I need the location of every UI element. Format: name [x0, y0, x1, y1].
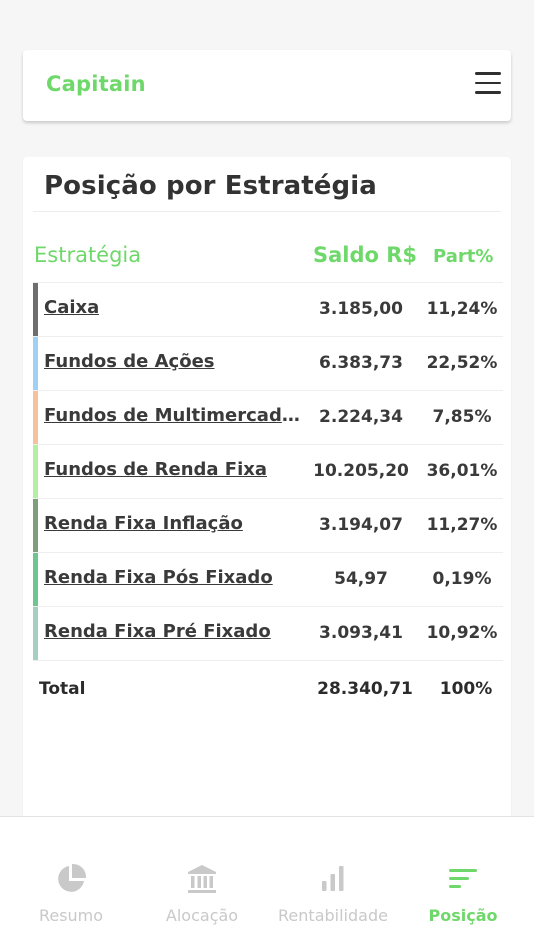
hamburger-menu-icon[interactable]	[475, 72, 501, 96]
nav-label: Posição	[428, 906, 498, 925]
nav-item-posicao[interactable]: Posição	[397, 861, 529, 925]
strategy-link[interactable]: Renda Fixa Pré Fixado	[44, 621, 271, 642]
strategy-color-bar	[33, 553, 38, 607]
column-header-part: Part%	[433, 246, 494, 267]
total-saldo: 28.340,71	[317, 679, 413, 699]
saldo-value: 6.383,73	[319, 353, 403, 373]
strategy-color-bar	[33, 391, 38, 445]
strategy-color-bar	[33, 445, 38, 499]
part-value: 11,27%	[426, 515, 498, 535]
strategy-link[interactable]: Fundos de Multimercad...	[44, 405, 300, 426]
bottom-navigation: Resumo Alocação Rentabilidade Posição	[0, 816, 534, 950]
strategy-color-bar	[33, 337, 38, 391]
saldo-value: 3.185,00	[319, 299, 403, 319]
nav-item-alocacao[interactable]: Alocação	[136, 861, 268, 925]
strategy-link[interactable]: Fundos de Renda Fixa	[44, 459, 267, 480]
table-row: Renda Fixa Pré Fixado 3.093,41 10,92%	[33, 606, 503, 661]
table-row: Caixa 3.185,00 11,24%	[33, 282, 503, 337]
table-row: Renda Fixa Inflação 3.194,07 11,27%	[33, 498, 503, 553]
part-value: 10,92%	[426, 623, 498, 643]
strategy-link[interactable]: Renda Fixa Inflação	[44, 513, 243, 534]
part-value: 7,85%	[432, 407, 492, 427]
part-value: 36,01%	[426, 461, 498, 481]
strategy-color-bar	[33, 499, 38, 553]
total-label: Total	[39, 679, 86, 699]
bank-icon	[136, 861, 268, 897]
sort-lines-icon	[397, 861, 529, 897]
strategy-table: Caixa 3.185,00 11,24% Fundos de Ações 6.…	[33, 282, 503, 661]
table-row: Fundos de Renda Fixa 10.205,20 36,01%	[33, 444, 503, 499]
total-row: Total 28.340,71 100%	[33, 660, 503, 714]
saldo-value: 54,97	[334, 569, 388, 589]
column-header-strategy: Estratégia	[34, 243, 142, 267]
nav-item-rentabilidade[interactable]: Rentabilidade	[267, 861, 399, 925]
table-row: Fundos de Ações 6.383,73 22,52%	[33, 336, 503, 391]
saldo-value: 3.194,07	[319, 515, 403, 535]
column-header-saldo: Saldo R$	[313, 243, 418, 267]
nav-item-resumo[interactable]: Resumo	[5, 861, 137, 925]
divider	[33, 211, 501, 212]
table-row: Fundos de Multimercad... 2.224,34 7,85%	[33, 390, 503, 445]
part-value: 0,19%	[432, 569, 492, 589]
bar-chart-icon	[267, 861, 399, 897]
part-value: 22,52%	[426, 353, 498, 373]
saldo-value: 3.093,41	[319, 623, 403, 643]
strategy-link[interactable]: Fundos de Ações	[44, 351, 215, 372]
saldo-value: 10.205,20	[313, 461, 409, 481]
strategy-color-bar	[33, 607, 38, 661]
strategy-position-card: Posição por Estratégia Estratégia Saldo …	[23, 157, 511, 837]
strategy-link[interactable]: Caixa	[44, 297, 99, 318]
total-part: 100%	[439, 679, 493, 699]
pie-chart-icon	[5, 861, 137, 897]
nav-label: Resumo	[38, 906, 104, 925]
app-bar: Capitain	[23, 50, 511, 121]
strategy-link[interactable]: Renda Fixa Pós Fixado	[44, 567, 273, 588]
nav-label: Rentabilidade	[278, 906, 388, 925]
nav-label: Alocação	[165, 906, 239, 925]
brand-logo[interactable]: Capitain	[46, 72, 146, 96]
table-row: Renda Fixa Pós Fixado 54,97 0,19%	[33, 552, 503, 607]
part-value: 11,24%	[426, 299, 498, 319]
card-title: Posição por Estratégia	[44, 171, 377, 201]
saldo-value: 2.224,34	[319, 407, 403, 427]
strategy-color-bar	[33, 283, 38, 337]
